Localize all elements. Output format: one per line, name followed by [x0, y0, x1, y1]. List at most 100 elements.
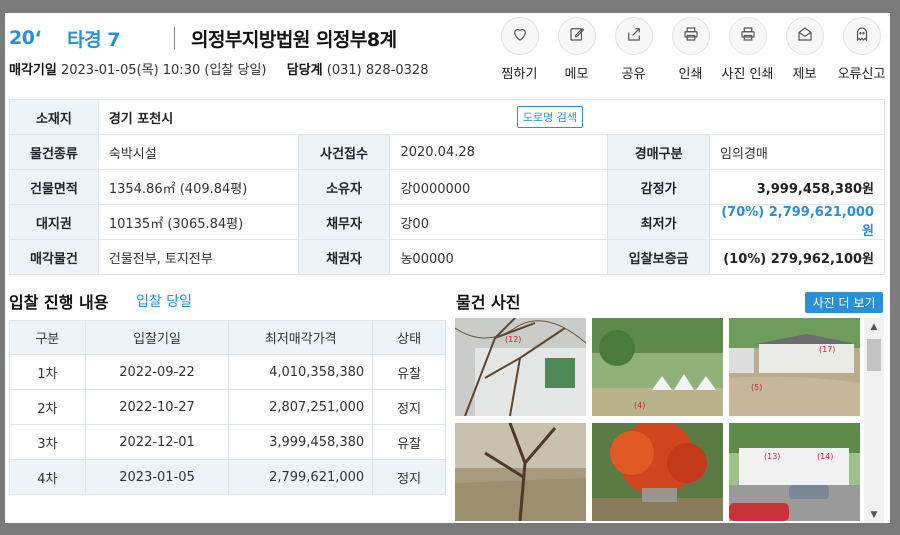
- scroll-down-arrow-icon[interactable]: ▼: [864, 506, 884, 523]
- favorite-button[interactable]: 찜하기: [491, 17, 548, 82]
- bid-price: 2,807,251,000: [228, 389, 374, 425]
- photo-print-label: 사진 인쇄: [721, 67, 774, 82]
- road-name-search-button[interactable]: 도로명 검색: [516, 106, 583, 128]
- table-row-current: 4차 2023-01-05 2,799,621,000 정지: [9, 459, 446, 495]
- column-header: 상태: [372, 320, 446, 355]
- photo-tag: (13): [764, 452, 780, 461]
- property-photo[interactable]: (5) (17): [729, 318, 860, 416]
- info-label: 소유자: [297, 169, 391, 205]
- share-icon: [625, 25, 643, 47]
- bid-price: 2,799,621,000: [228, 459, 374, 495]
- memo-label: 메모: [564, 67, 589, 82]
- location-label: 소재지: [9, 99, 99, 135]
- bid-status: 유찰: [372, 424, 446, 460]
- minimum-price-value: (70%) 2,799,621,000원: [709, 204, 885, 240]
- table-row: 3차 2022-12-01 3,999,458,380 유찰: [9, 424, 446, 460]
- error-report-label: 오류신고: [837, 67, 886, 82]
- scrollbar-thumb[interactable]: [867, 339, 881, 371]
- info-value: 농00000: [389, 239, 609, 275]
- location-value: 경기 포천시: [108, 111, 174, 127]
- info-label: 물건종류: [9, 134, 99, 170]
- appraisal-value: 3,999,458,380원: [709, 169, 885, 205]
- column-header: 최저매각가격: [228, 320, 374, 355]
- info-label: 채권자: [297, 239, 391, 275]
- memo-button[interactable]: 메모: [548, 17, 605, 82]
- auction-date: 2023-01-05(목) 10:30 (입찰 당일): [60, 63, 267, 78]
- bid-price: 4,010,358,380: [228, 354, 374, 390]
- ghost-icon: [853, 25, 871, 47]
- photo-scrollbar[interactable]: ▲ ▼: [864, 318, 884, 523]
- info-label: 감정가: [607, 169, 711, 205]
- info-value: 1354.86㎡ (409.84평): [97, 169, 299, 205]
- photo-print-button[interactable]: 사진 인쇄: [719, 17, 776, 82]
- photo-grid: (12) (4) (5) (17) (13) (14): [455, 318, 861, 523]
- info-label: 건물면적: [9, 169, 99, 205]
- bid-date: 2022-10-27: [84, 389, 230, 425]
- print-button[interactable]: 인쇄: [662, 17, 719, 82]
- case-number: 타경 7: [67, 28, 120, 51]
- bid-price: 3,999,458,380: [228, 424, 374, 460]
- table-row: 1차 2022-09-22 4,010,358,380 유찰: [9, 354, 446, 390]
- auction-date-label: 매각기일: [9, 63, 57, 78]
- case-title-line: 20‘ 타경 7 의정부지방법원 의정부8계: [9, 23, 397, 53]
- property-photo[interactable]: (4): [592, 318, 723, 416]
- info-row: 대지권 10135㎡ (3065.84평) 채무자 강00 최저가 (70%) …: [9, 204, 885, 240]
- more-photos-button[interactable]: 사진 더 보기: [805, 292, 883, 313]
- photo-print-icon: [739, 25, 757, 47]
- table-row: 2차 2022-10-27 2,807,251,000 정지: [9, 389, 446, 425]
- info-value: 10135㎡ (3065.84평): [97, 204, 299, 240]
- info-label: 대지권: [9, 204, 99, 240]
- bid-round: 1차: [9, 354, 86, 390]
- bid-round: 2차: [9, 389, 86, 425]
- bid-status: 유찰: [372, 354, 446, 390]
- scroll-up-arrow-icon[interactable]: ▲: [864, 318, 884, 335]
- bid-status: 정지: [372, 389, 446, 425]
- auction-detail-page: 20‘ 타경 7 의정부지방법원 의정부8계 매각기일 2023-01-05(목…: [5, 13, 890, 523]
- share-button[interactable]: 공유: [605, 17, 662, 82]
- info-value: 숙박시설: [97, 134, 299, 170]
- manager-label: 담당계: [286, 63, 323, 78]
- memo-icon: [568, 25, 586, 47]
- bid-status: 정지: [372, 459, 446, 495]
- share-label: 공유: [621, 67, 646, 82]
- info-value: 2020.04.28: [389, 134, 609, 170]
- bid-day-link[interactable]: 입찰 당일: [136, 291, 192, 311]
- action-toolbar: 찜하기 메모 공유 인쇄 사진 인쇄 제보 오류신고: [491, 17, 890, 82]
- print-label: 인쇄: [678, 67, 703, 82]
- print-icon: [682, 25, 700, 47]
- report-button[interactable]: 제보: [776, 17, 833, 82]
- location-row: 소재지 경기 포천시 도로명 검색: [9, 99, 886, 135]
- property-photo[interactable]: (13) (14): [729, 423, 860, 521]
- info-value: 건물전부, 토지전부: [97, 239, 299, 275]
- info-value: 강0000000: [389, 169, 609, 205]
- info-label: 사건접수: [297, 134, 391, 170]
- info-label: 채무자: [297, 204, 391, 240]
- property-photo[interactable]: [592, 423, 723, 521]
- bid-date: 2022-09-22: [84, 354, 230, 390]
- info-row: 물건종류 숙박시설 사건접수 2020.04.28 경매구분 임의경매: [9, 134, 885, 170]
- property-photo[interactable]: (12): [455, 318, 586, 416]
- photo-tag: (12): [505, 335, 521, 344]
- info-row: 건물면적 1354.86㎡ (409.84평) 소유자 강0000000 감정가…: [9, 169, 885, 205]
- property-photo[interactable]: [455, 423, 586, 521]
- case-year: 20‘: [9, 27, 42, 49]
- photo-tag-secondary: (14): [817, 452, 833, 461]
- report-label: 제보: [792, 67, 817, 82]
- photo-tag-secondary: (17): [819, 345, 835, 354]
- info-value: 임의경매: [709, 134, 885, 170]
- location-cell: 경기 포천시 도로명 검색: [97, 99, 886, 135]
- bid-history-title: 입찰 진행 내용: [9, 293, 109, 312]
- property-info-table: 소재지 경기 포천시 도로명 검색 물건종류 숙박시설 사건접수 2020.04…: [9, 99, 886, 275]
- info-label: 입찰보증금: [607, 239, 711, 275]
- auction-date-line: 매각기일 2023-01-05(목) 10:30 (입찰 당일) 담당계 (03…: [9, 59, 428, 78]
- error-report-button[interactable]: 오류신고: [833, 17, 890, 82]
- column-header: 구분: [9, 320, 86, 355]
- bid-date: 2022-12-01: [84, 424, 230, 460]
- bid-table-header: 구분 입찰기일 최저매각가격 상태: [9, 320, 446, 355]
- bid-round: 4차: [9, 459, 86, 495]
- info-row: 매각물건 건물전부, 토지전부 채권자 농00000 입찰보증금 (10%) 2…: [9, 239, 885, 275]
- deposit-value: (10%) 279,962,100원: [709, 239, 885, 275]
- info-label: 최저가: [607, 204, 711, 240]
- favorite-label: 찜하기: [501, 67, 538, 82]
- photos-title: 물건 사진: [456, 293, 521, 312]
